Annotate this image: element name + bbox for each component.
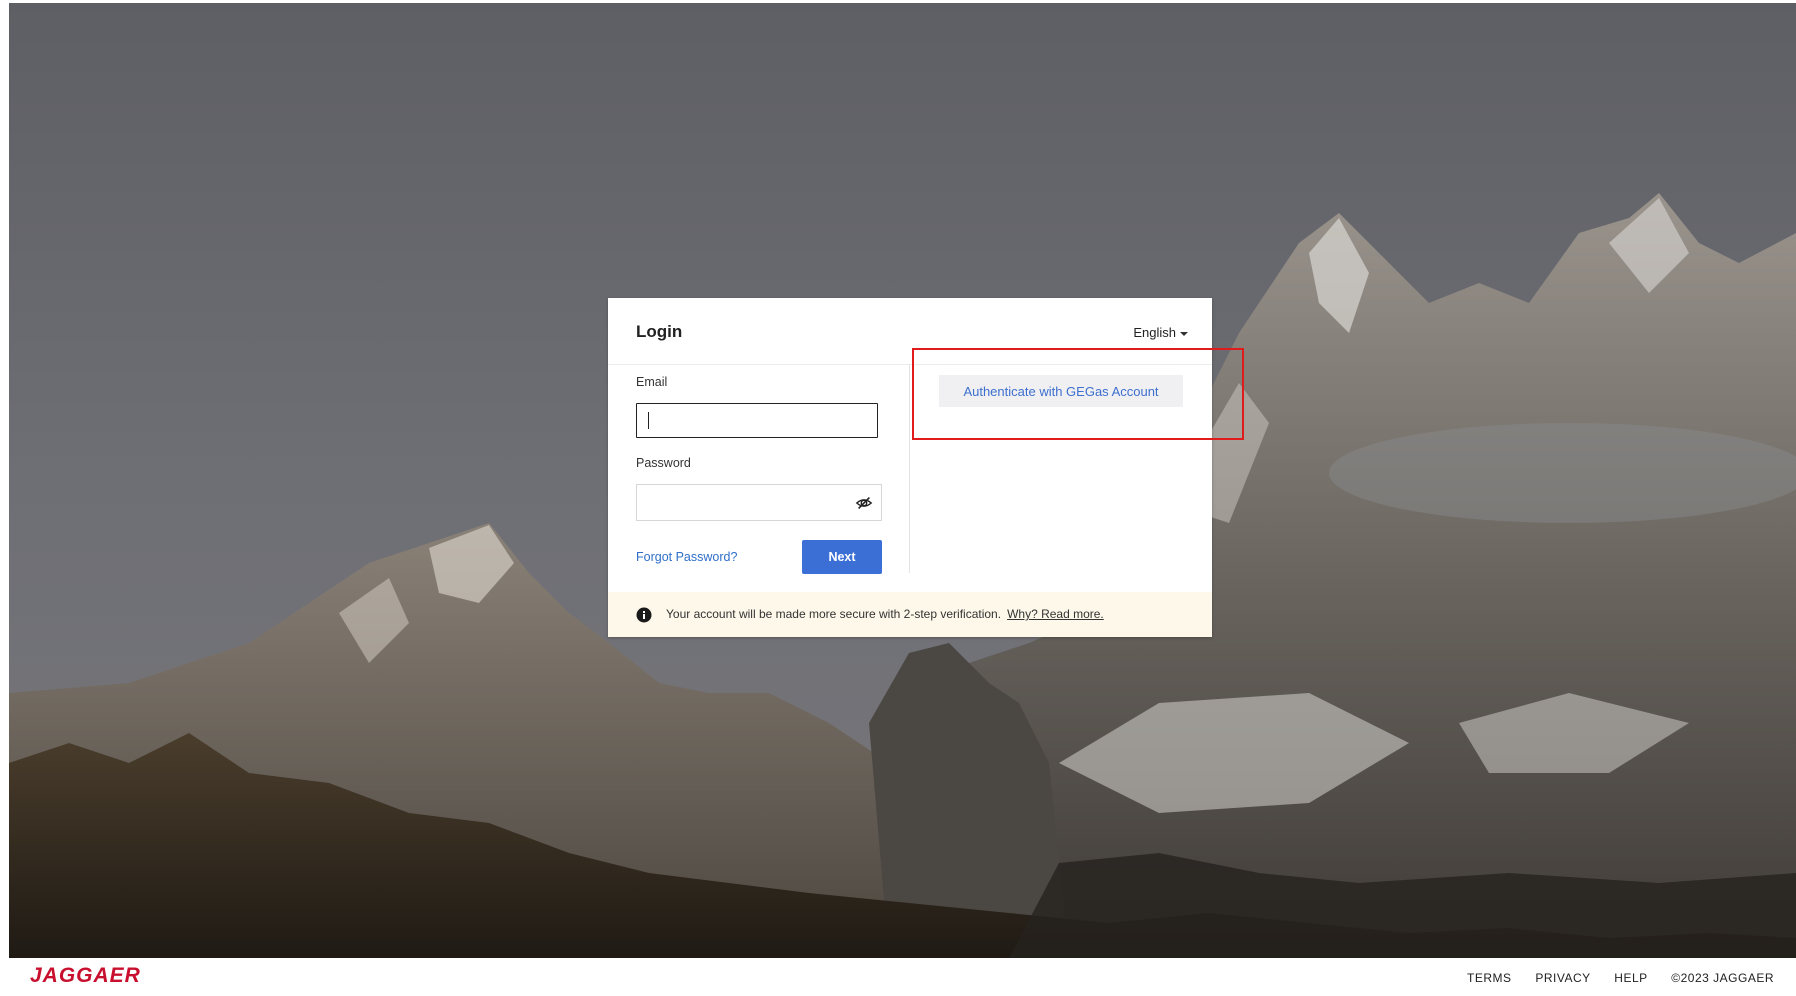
password-label: Password bbox=[636, 456, 691, 470]
eye-slash-icon[interactable] bbox=[855, 494, 873, 512]
caret-down-icon bbox=[1180, 331, 1188, 336]
copyright: ©2023 JAGGAER bbox=[1671, 971, 1774, 985]
column-divider bbox=[909, 364, 910, 573]
login-card: Login English Email Password Forgot Pass… bbox=[608, 298, 1212, 637]
sso-authenticate-button[interactable]: Authenticate with GEGas Account bbox=[939, 375, 1183, 407]
login-header: Login English bbox=[608, 298, 1212, 365]
info-icon bbox=[636, 607, 652, 623]
forgot-password-link[interactable]: Forgot Password? bbox=[636, 550, 737, 564]
login-page: Login English Email Password Forgot Pass… bbox=[0, 0, 1796, 996]
footer-link-terms[interactable]: TERMS bbox=[1467, 971, 1512, 985]
footer-links: TERMS PRIVACY HELP ©2023 JAGGAER bbox=[1447, 971, 1774, 985]
notice-message: Your account will be made more secure wi… bbox=[666, 607, 1104, 621]
two-step-notice: Your account will be made more secure wi… bbox=[608, 592, 1212, 637]
next-button[interactable]: Next bbox=[802, 540, 882, 574]
notice-text: Your account will be made more secure wi… bbox=[666, 607, 1002, 621]
password-input[interactable] bbox=[637, 485, 857, 520]
email-input[interactable] bbox=[636, 403, 878, 438]
footer: JAGGAER TERMS PRIVACY HELP ©2023 JAGGAER bbox=[0, 958, 1796, 996]
jaggaer-logo: JAGGAER bbox=[30, 964, 141, 987]
language-selector[interactable]: English bbox=[1133, 325, 1188, 340]
email-label: Email bbox=[636, 375, 668, 389]
password-field bbox=[636, 484, 882, 521]
text-cursor bbox=[648, 412, 649, 429]
login-title: Login bbox=[636, 322, 683, 341]
footer-link-privacy[interactable]: PRIVACY bbox=[1535, 971, 1590, 985]
language-label: English bbox=[1133, 325, 1176, 340]
read-more-link[interactable]: Why? Read more. bbox=[1007, 607, 1104, 621]
footer-link-help[interactable]: HELP bbox=[1614, 971, 1647, 985]
